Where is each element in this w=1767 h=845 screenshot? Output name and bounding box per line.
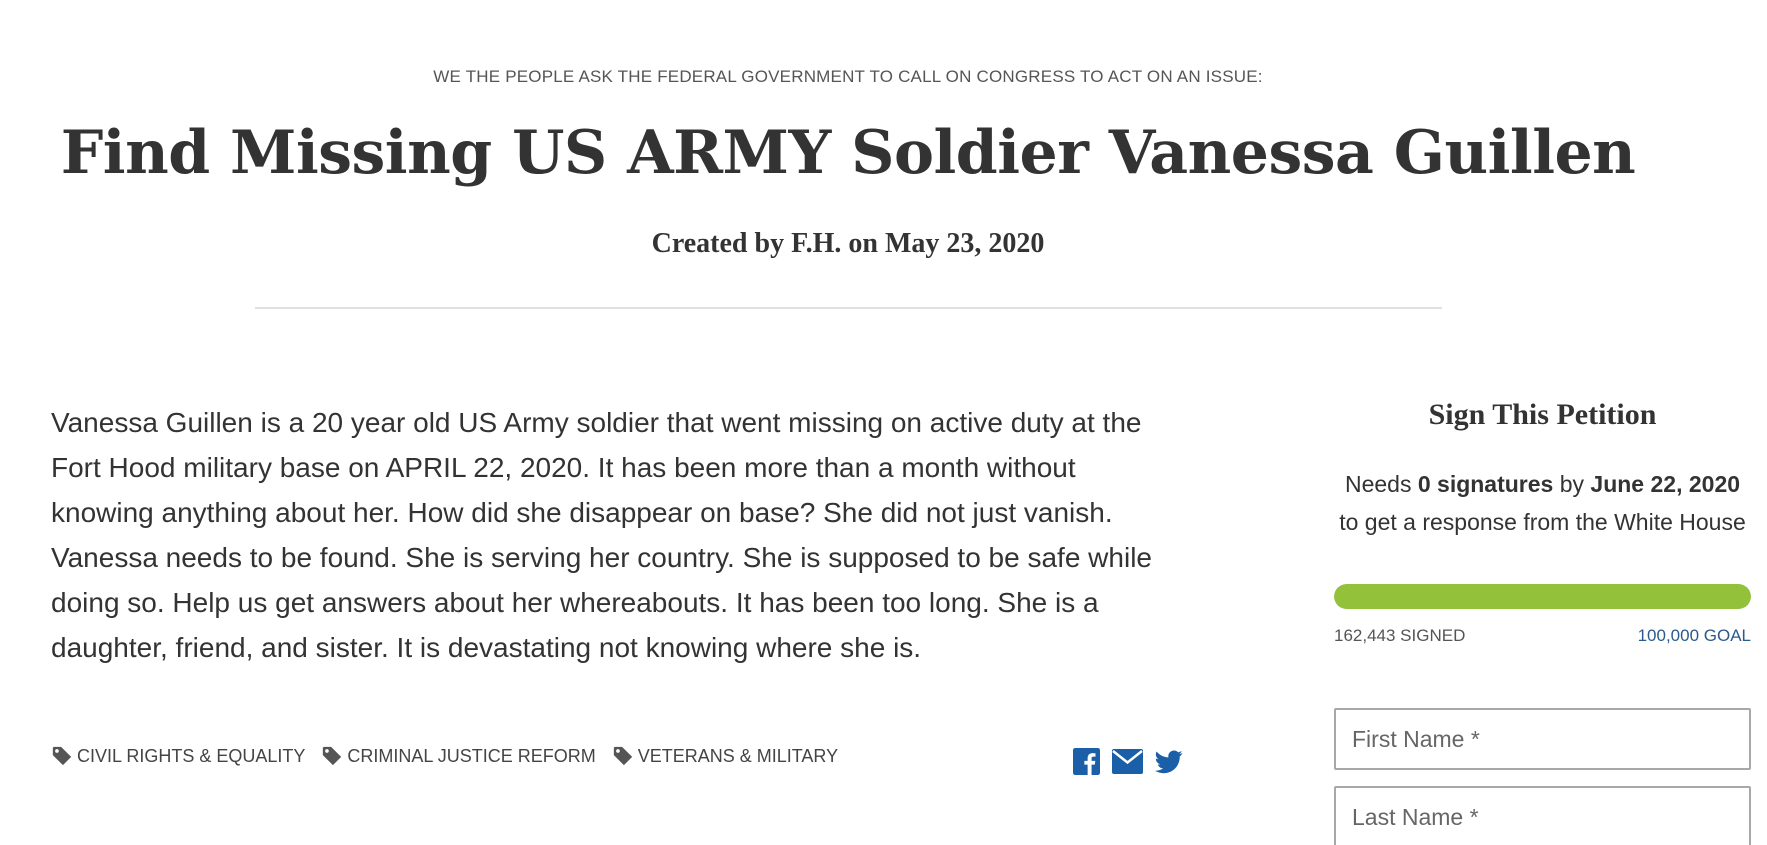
- issue-tags: CIVIL RIGHTS & EQUALITY CRIMINAL JUSTICE…: [51, 745, 838, 767]
- signatures-needed: Needs 0 signatures by June 22, 2020 to g…: [1334, 465, 1751, 541]
- tag-civil-rights[interactable]: CIVIL RIGHTS & EQUALITY: [51, 745, 305, 767]
- sign-petition-panel: Sign This Petition Needs 0 signatures by…: [1334, 390, 1751, 845]
- petition-kicker: WE THE PEOPLE ASK THE FEDERAL GOVERNMENT…: [433, 67, 1263, 86]
- petition-body: Vanessa Guillen is a 20 year old US Army…: [51, 407, 1152, 663]
- deadline-date: June 22, 2020: [1590, 471, 1741, 497]
- petition-byline: Created by F.H. on May 23, 2020: [651, 228, 1045, 259]
- signature-progress-bar: [1334, 584, 1751, 609]
- petition-title: Find Missing US ARMY Soldier Vanessa Gui…: [60, 118, 1636, 188]
- last-name-field[interactable]: [1334, 786, 1751, 845]
- share-buttons: [1073, 748, 1183, 780]
- tag-icon: [323, 746, 342, 766]
- tag-icon: [613, 746, 632, 766]
- progress-fill: [1334, 584, 1751, 609]
- needs-suffix: to get a response from the White House: [1339, 509, 1746, 535]
- facebook-share-button[interactable]: [1073, 748, 1100, 780]
- tag-label: CRIMINAL JUSTICE REFORM: [347, 745, 596, 766]
- facebook-icon: [1073, 748, 1100, 775]
- sign-petition-heading: Sign This Petition: [1428, 398, 1657, 431]
- signed-count: 162,443 SIGNED: [1334, 626, 1466, 645]
- first-name-field[interactable]: [1334, 708, 1751, 770]
- twitter-share-button[interactable]: [1154, 749, 1183, 779]
- tag-icon: [52, 746, 72, 766]
- needs-by: by: [1559, 471, 1585, 497]
- needs-count: 0 signatures: [1417, 471, 1554, 497]
- email-share-button[interactable]: [1112, 749, 1143, 779]
- tag-veterans-military[interactable]: VETERANS & MILITARY: [612, 745, 838, 767]
- needs-prefix: Needs: [1344, 471, 1412, 497]
- header-divider: [255, 307, 1442, 309]
- tag-label: VETERANS & MILITARY: [637, 745, 839, 766]
- tag-label: CIVIL RIGHTS & EQUALITY: [77, 745, 306, 766]
- goal-count: 100,000 GOAL: [1637, 626, 1751, 645]
- tag-criminal-justice[interactable]: CRIMINAL JUSTICE REFORM: [321, 745, 596, 767]
- twitter-icon: [1154, 749, 1183, 773]
- signature-counts: 162,443 SIGNED 100,000 GOAL: [1334, 626, 1751, 646]
- email-icon: [1112, 749, 1143, 774]
